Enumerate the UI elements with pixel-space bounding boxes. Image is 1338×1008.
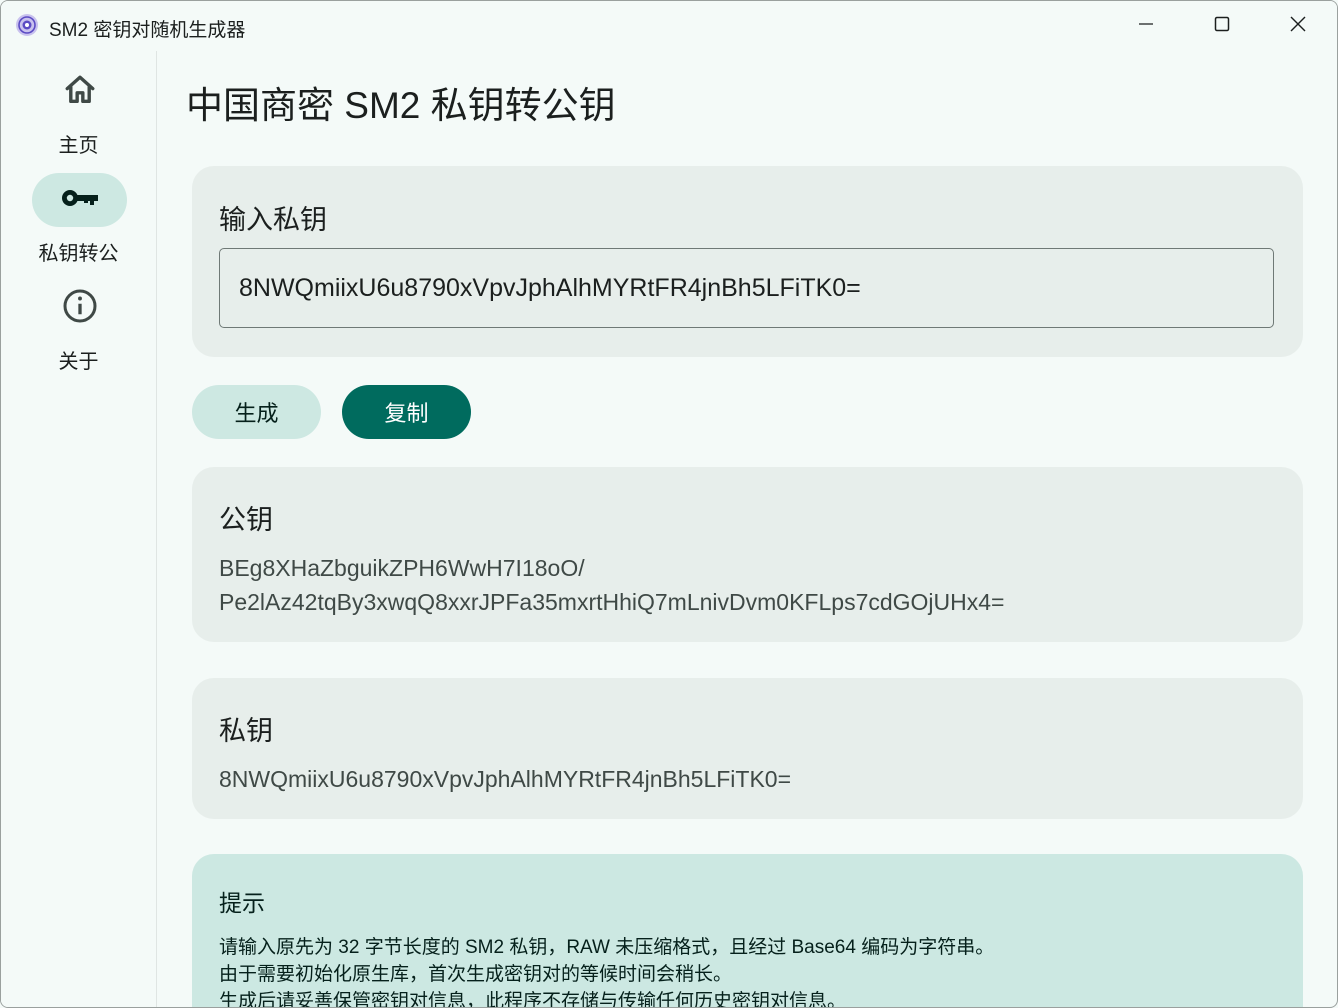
nav-label-private-to-public: 私钥转公 (38, 243, 119, 265)
tip-line: 由于需要初始化原生库，首次生成密钥对的等候时间会稍长。 (219, 964, 733, 985)
generate-button[interactable]: 生成 (192, 385, 321, 439)
input-card: 输入私钥 (192, 166, 1303, 357)
app-logo-icon (15, 13, 39, 37)
private-key-input[interactable] (219, 248, 1274, 328)
private-key-value: 8NWQmiixU6u8790xVpvJphAlhMYRtFR4jnBh5LFi… (219, 766, 792, 792)
home-icon (63, 73, 97, 112)
minimize-icon (1137, 15, 1155, 38)
tip-card: 提示 请输入原先为 32 字节长度的 SM2 私钥，RAW 未压缩格式，且经过 … (192, 854, 1303, 1008)
maximize-button[interactable] (1184, 1, 1260, 51)
window-title: SM2 密钥对随机生成器 (49, 20, 246, 41)
input-card-title: 输入私钥 (219, 205, 327, 235)
page-title: 中国商密 SM2 私钥转公钥 (186, 85, 616, 126)
close-icon (1289, 15, 1307, 38)
close-button[interactable] (1260, 1, 1336, 51)
nav-item-home[interactable]: 主页 (1, 63, 156, 163)
nav-indicator-about (32, 281, 127, 335)
key-icon (60, 186, 100, 215)
public-key-title: 公钥 (219, 505, 273, 535)
public-key-value-line2: Pe2lAz42tqBy3xwqQ8xxrJPFa35mxrtHhiQ7mLni… (219, 589, 1005, 615)
navigation-rail: 主页 私钥转公 关于 (1, 51, 157, 1007)
nav-indicator-home (32, 65, 127, 119)
info-icon (62, 288, 98, 329)
tip-line: 生成后请妥善保管密钥对信息，此程序不存储与传输任何历史密钥对信息。 (219, 991, 847, 1008)
title-bar[interactable]: SM2 密钥对随机生成器 (1, 1, 1337, 51)
nav-item-about[interactable]: 关于 (1, 281, 156, 381)
tip-line: 请输入原先为 32 字节长度的 SM2 私钥，RAW 未压缩格式，且经过 Bas… (219, 937, 995, 958)
public-key-value-line1: BEg8XHaZbguikZPH6WwH7I18oO/ (219, 555, 585, 581)
nav-indicator-active (32, 173, 127, 227)
private-key-title: 私钥 (219, 716, 273, 746)
public-key-card: 公钥 BEg8XHaZbguikZPH6WwH7I18oO/ Pe2lAz42t… (192, 467, 1303, 642)
app-window: SM2 密钥对随机生成器 主页 私钥转公 关于 中国商密 SM2 私钥转公钥 输… (0, 0, 1338, 1008)
tip-title: 提示 (219, 890, 265, 916)
nav-item-private-to-public[interactable]: 私钥转公 (1, 173, 156, 273)
minimize-button[interactable] (1108, 1, 1184, 51)
private-key-card: 私钥 8NWQmiixU6u8790xVpvJphAlhMYRtFR4jnBh5… (192, 678, 1303, 819)
copy-button[interactable]: 复制 (342, 385, 471, 439)
maximize-icon (1213, 15, 1231, 38)
nav-label-about: 关于 (58, 351, 99, 373)
nav-label-home: 主页 (58, 135, 99, 157)
